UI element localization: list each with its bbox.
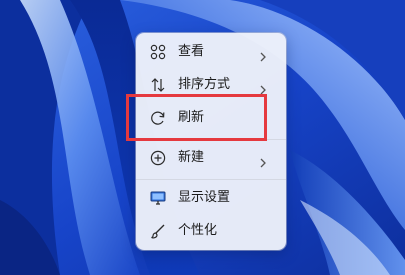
menu-item-view[interactable]: 查看 [140,36,282,68]
menu-item-label: 排序方式 [178,77,231,92]
plus-circle-icon [150,150,166,166]
grid-icon [150,44,166,60]
highlight-annotation-box [126,94,267,141]
brush-icon [150,223,166,239]
menu-item-label: 新建 [178,150,205,165]
sort-arrows-icon [150,77,166,93]
chevron-right-icon [258,80,268,95]
chevron-right-icon [258,47,268,62]
menu-item-personalize[interactable]: 个性化 [140,215,282,247]
menu-item-label: 个性化 [178,223,218,238]
menu-item-new[interactable]: 新建 [140,142,282,174]
menu-item-display-settings[interactable]: 显示设置 [140,182,282,214]
menu-item-label: 查看 [178,44,205,59]
desktop-context-menu: 查看 排序方式 刷新 新建 显示设置 个性化 [136,33,286,250]
menu-separator [136,179,286,180]
monitor-icon [150,190,166,206]
chevron-right-icon [258,153,268,168]
menu-item-label: 显示设置 [178,190,231,205]
